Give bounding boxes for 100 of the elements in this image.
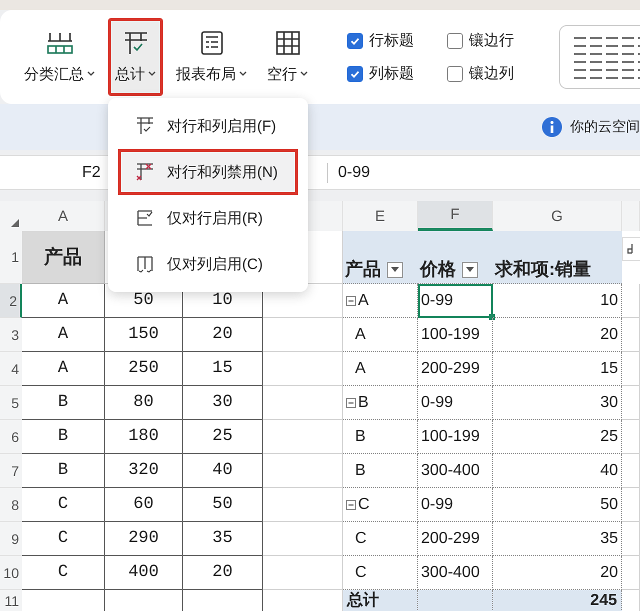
- row-header[interactable]: 3: [0, 318, 22, 352]
- ribbon-button[interactable]: 分类汇总: [17, 18, 102, 96]
- ribbon-button[interactable]: 总计: [108, 18, 163, 96]
- table-cell: C: [22, 522, 105, 556]
- select-all-icon[interactable]: [11, 219, 19, 227]
- table-cell: 20: [183, 318, 263, 352]
- empty-cell: [622, 454, 640, 488]
- checkbox[interactable]: [347, 32, 363, 48]
- menu-item[interactable]: 对行和列禁用(N): [118, 149, 298, 195]
- empty-cell: [622, 318, 640, 352]
- collapse-icon[interactable]: [346, 296, 356, 306]
- table-cell: 35: [183, 522, 263, 556]
- empty-cell: [622, 488, 640, 522]
- menu-item[interactable]: 对行和列启用(F): [118, 103, 298, 149]
- empty-cell: [622, 420, 640, 454]
- checkbox-label[interactable]: 列标题: [369, 64, 414, 83]
- grid-icon: [274, 30, 302, 54]
- caret-icon: [148, 71, 156, 77]
- caret-icon: [87, 71, 95, 77]
- ribbon-button[interactable]: 空行: [260, 18, 315, 96]
- formula-input[interactable]: 0-99: [336, 164, 372, 182]
- column-header[interactable]: F: [418, 201, 493, 231]
- ribbon-button[interactable]: 报表布局: [169, 18, 254, 96]
- menu-item[interactable]: 仅对列启用(C): [118, 241, 298, 287]
- table-cell: A: [22, 318, 105, 352]
- table-cell: A: [343, 352, 418, 386]
- row-header[interactable]: 5: [0, 386, 22, 420]
- table-cell: B: [22, 386, 105, 420]
- row-header[interactable]: 9: [0, 522, 22, 556]
- table-cell: 20: [183, 556, 263, 590]
- table-cell: 40: [183, 454, 263, 488]
- table-cell: 15: [493, 352, 622, 386]
- table-cell: A: [343, 318, 418, 352]
- collapse-icon[interactable]: [346, 500, 356, 510]
- caret-icon: [239, 71, 247, 77]
- filter-button[interactable]: [387, 262, 403, 278]
- row-header[interactable]: 10: [0, 556, 22, 590]
- table-cell: B: [22, 454, 105, 488]
- table-cell: 30: [183, 386, 263, 420]
- table-row-icon: [135, 208, 155, 228]
- table-cell: C: [358, 496, 370, 514]
- table-cell: 25: [183, 420, 263, 454]
- checkbox[interactable]: [447, 66, 463, 82]
- table-cell: 20: [493, 318, 622, 352]
- table-check-icon: [135, 116, 155, 136]
- table-cell: 15: [183, 352, 263, 386]
- table-cross-icon: [135, 162, 155, 182]
- table-cell: 245: [493, 590, 622, 611]
- table-cell: 10: [493, 284, 622, 318]
- row-header[interactable]: 11: [0, 590, 22, 611]
- table-cell: 250: [105, 352, 183, 386]
- table-cell: B: [343, 420, 418, 454]
- table-cell: 0-99: [418, 488, 493, 522]
- table-style-gallery[interactable]: [559, 25, 640, 89]
- table-cell: 320: [105, 454, 183, 488]
- notification-text: 你的云空间: [570, 118, 640, 136]
- table-cell: 50: [493, 488, 622, 522]
- table-cell: 300-400: [418, 454, 493, 488]
- collapse-icon[interactable]: [346, 398, 356, 408]
- empty-cell: [622, 386, 640, 420]
- table-cell: 100-199: [418, 420, 493, 454]
- menu-item[interactable]: 仅对行启用(R): [118, 195, 298, 241]
- table-cell: B: [358, 394, 369, 412]
- table-cell: 80: [105, 386, 183, 420]
- caret-icon: [466, 267, 474, 273]
- table-cell: B: [343, 454, 418, 488]
- empty-cell: [622, 284, 640, 318]
- column-header: 价格: [420, 258, 456, 281]
- table-cell: 25: [493, 420, 622, 454]
- empty-cell: [622, 556, 640, 590]
- column-header: 求和项:销量: [495, 258, 591, 281]
- empty-cell: [622, 522, 640, 556]
- info-icon: [542, 117, 562, 137]
- row-header[interactable]: 6: [0, 420, 22, 454]
- column-header: 产品: [345, 258, 381, 281]
- table-cell: 50: [183, 488, 263, 522]
- table-cell: 400: [105, 556, 183, 590]
- table-column-icon: [135, 254, 155, 274]
- column-header: 产品: [22, 231, 105, 284]
- row-header[interactable]: 7: [0, 454, 22, 488]
- row-header[interactable]: 1: [0, 231, 22, 284]
- table-cell: B: [22, 420, 105, 454]
- filter-button[interactable]: [462, 262, 478, 278]
- checkbox[interactable]: [447, 32, 463, 48]
- table-cell: A: [22, 352, 105, 386]
- table-cell: 290: [105, 522, 183, 556]
- table-cell: 60: [105, 488, 183, 522]
- checkbox-label[interactable]: 镶边行: [469, 31, 514, 50]
- row-header[interactable]: 8: [0, 488, 22, 522]
- checkbox[interactable]: [347, 66, 363, 82]
- table-cell: C: [22, 556, 105, 590]
- floating-tool-button[interactable]: [622, 236, 640, 260]
- row-header[interactable]: 4: [0, 352, 22, 386]
- checkbox-label[interactable]: 镶边列: [469, 64, 514, 83]
- table-cell: C: [22, 488, 105, 522]
- checkbox-label[interactable]: 行标题: [369, 31, 414, 50]
- table-cell: 35: [493, 522, 622, 556]
- table-cell: 200-299: [418, 522, 493, 556]
- row-header[interactable]: 2: [0, 284, 22, 318]
- caret-icon: [300, 71, 308, 77]
